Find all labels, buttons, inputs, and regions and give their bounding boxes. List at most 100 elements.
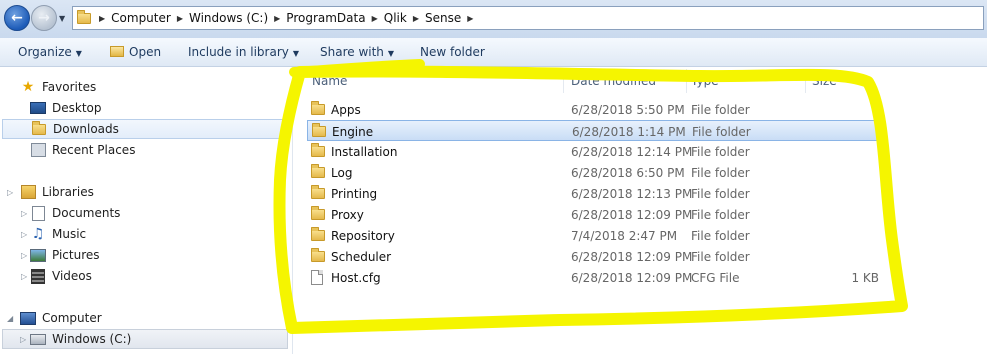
file-type: File folder (691, 208, 750, 222)
nav-drive-label: Windows (C:) (52, 332, 132, 346)
share-with-button[interactable]: Share with ▼ (320, 45, 394, 59)
column-header-date-modified[interactable]: Date modified (571, 74, 656, 88)
nav-documents-label: Documents (52, 206, 121, 220)
downloads-icon (31, 120, 47, 136)
nav-documents[interactable]: Documents (30, 203, 120, 223)
file-name: Scheduler (331, 250, 392, 264)
expand-music-icon[interactable]: ▷ (21, 230, 27, 239)
chevron-right-icon[interactable]: ▶ (465, 14, 475, 23)
chevron-right-icon[interactable]: ▶ (370, 14, 380, 23)
chevron-right-icon[interactable]: ▶ (97, 14, 107, 23)
nav-music[interactable]: ♫ Music (30, 224, 86, 244)
organize-label: Organize (18, 45, 72, 59)
nav-videos[interactable]: Videos (30, 266, 92, 286)
documents-icon (30, 205, 46, 221)
nav-pictures[interactable]: Pictures (30, 245, 100, 265)
chevron-right-icon[interactable]: ▶ (272, 14, 282, 23)
pictures-icon (30, 248, 46, 262)
file-size: 1 KB (851, 271, 879, 285)
music-icon: ♫ (31, 226, 45, 242)
expand-documents-icon[interactable]: ▷ (21, 209, 27, 218)
breadcrumb-sense[interactable]: Sense (421, 11, 465, 25)
column-divider[interactable] (805, 69, 806, 93)
file-name: Repository (331, 229, 395, 243)
new-folder-button[interactable]: New folder (420, 45, 485, 59)
file-name: Host.cfg (331, 271, 381, 285)
file-type: File folder (691, 145, 750, 159)
folder-icon (311, 206, 325, 223)
file-icon (311, 270, 323, 288)
table-row[interactable]: Proxy 6/28/2018 12:09 PM File folder (307, 204, 881, 225)
nav-videos-label: Videos (52, 269, 92, 283)
file-name: Installation (331, 145, 398, 159)
open-folder-icon (110, 46, 124, 57)
breadcrumb-programdata[interactable]: ProgramData (282, 11, 369, 25)
folder-icon (311, 101, 325, 118)
breadcrumb-computer[interactable]: Computer (107, 11, 175, 25)
file-date: 6/28/2018 12:09 PM (571, 271, 693, 285)
nav-desktop[interactable]: Desktop (30, 98, 102, 118)
file-date: 6/28/2018 12:14 PM (571, 145, 693, 159)
nav-pictures-label: Pictures (52, 248, 100, 262)
column-header-name[interactable]: Name (312, 74, 347, 88)
forward-button[interactable]: → (31, 5, 57, 31)
file-name: Apps (331, 103, 361, 117)
organize-button[interactable]: Organize ▼ (18, 45, 82, 59)
file-date: 6/28/2018 12:09 PM (571, 250, 693, 264)
column-header-type[interactable]: Type (691, 74, 719, 88)
file-list-pane: ▲ Name Date modified Type Size Apps 6/28… (293, 67, 987, 354)
file-type: CFG File (691, 271, 740, 285)
new-folder-label: New folder (420, 45, 485, 59)
file-date: 7/4/2018 2:47 PM (571, 229, 678, 243)
file-type: File folder (692, 125, 751, 139)
nav-favorites-label: Favorites (42, 80, 97, 94)
file-name: Log (331, 166, 353, 180)
recent-locations-dropdown-icon[interactable]: ▼ (59, 14, 65, 23)
table-row[interactable]: Installation 6/28/2018 12:14 PM File fol… (307, 141, 881, 162)
collapse-computer-icon[interactable]: ◢ (7, 314, 13, 323)
chevron-right-icon[interactable]: ▶ (175, 14, 185, 23)
file-date: 6/28/2018 1:14 PM (572, 125, 686, 139)
folder-icon (311, 164, 325, 181)
expand-videos-icon[interactable]: ▷ (21, 272, 27, 281)
breadcrumb-qlik[interactable]: Qlik (380, 11, 411, 25)
chevron-down-icon: ▼ (75, 49, 82, 58)
file-date: 6/28/2018 5:50 PM (571, 103, 685, 117)
nav-music-label: Music (52, 227, 87, 241)
open-button[interactable]: Open (110, 45, 161, 59)
nav-libraries-label: Libraries (42, 185, 94, 199)
nav-libraries[interactable]: Libraries (20, 182, 94, 202)
table-row[interactable]: Repository 7/4/2018 2:47 PM File folder (307, 225, 881, 246)
address-bar: ← → ▼ ▶ Computer ▶ Windows (C:) ▶ Progra… (0, 0, 987, 39)
computer-icon (20, 311, 36, 325)
drive-icon (30, 332, 47, 346)
table-row[interactable]: Log 6/28/2018 6:50 PM File folder (307, 162, 881, 183)
table-row[interactable]: Host.cfg 6/28/2018 12:09 PM CFG File 1 K… (307, 267, 881, 288)
column-divider[interactable] (686, 69, 687, 93)
nav-favorites[interactable]: ★ Favorites (20, 77, 97, 97)
chevron-down-icon: ▼ (387, 49, 395, 58)
address-path-box[interactable]: ▶ Computer ▶ Windows (C:) ▶ ProgramData … (72, 6, 984, 30)
file-type: File folder (691, 229, 750, 243)
nav-recent-places[interactable]: Recent Places (30, 140, 135, 160)
expand-libraries-icon[interactable]: ▷ (7, 188, 13, 197)
column-divider[interactable] (563, 69, 564, 93)
table-row[interactable]: Apps 6/28/2018 5:50 PM File folder (307, 99, 881, 120)
table-row[interactable]: Engine 6/28/2018 1:14 PM File folder (307, 120, 881, 141)
folder-icon (311, 227, 325, 244)
expand-pictures-icon[interactable]: ▷ (21, 251, 27, 260)
table-row[interactable]: Scheduler 6/28/2018 12:09 PM File folder (307, 246, 881, 267)
file-name: Printing (331, 187, 378, 201)
column-header-size[interactable]: Size (812, 74, 837, 88)
expand-drive-icon[interactable]: ▷ (20, 335, 26, 344)
nav-downloads[interactable]: Downloads (2, 119, 288, 139)
nav-computer[interactable]: Computer (20, 308, 102, 328)
back-button[interactable]: ← (4, 5, 30, 31)
breadcrumb-drive[interactable]: Windows (C:) (185, 11, 272, 25)
chevron-down-icon: ▼ (292, 49, 300, 58)
include-in-library-button[interactable]: Include in library ▼ (188, 45, 299, 59)
table-row[interactable]: Printing 6/28/2018 12:13 PM File folder (307, 183, 881, 204)
nav-drive-c[interactable]: ▷ Windows (C:) (2, 329, 288, 349)
navigation-pane: ★ Favorites Desktop Downloads Recent Pla… (0, 67, 293, 354)
chevron-right-icon[interactable]: ▶ (411, 14, 421, 23)
